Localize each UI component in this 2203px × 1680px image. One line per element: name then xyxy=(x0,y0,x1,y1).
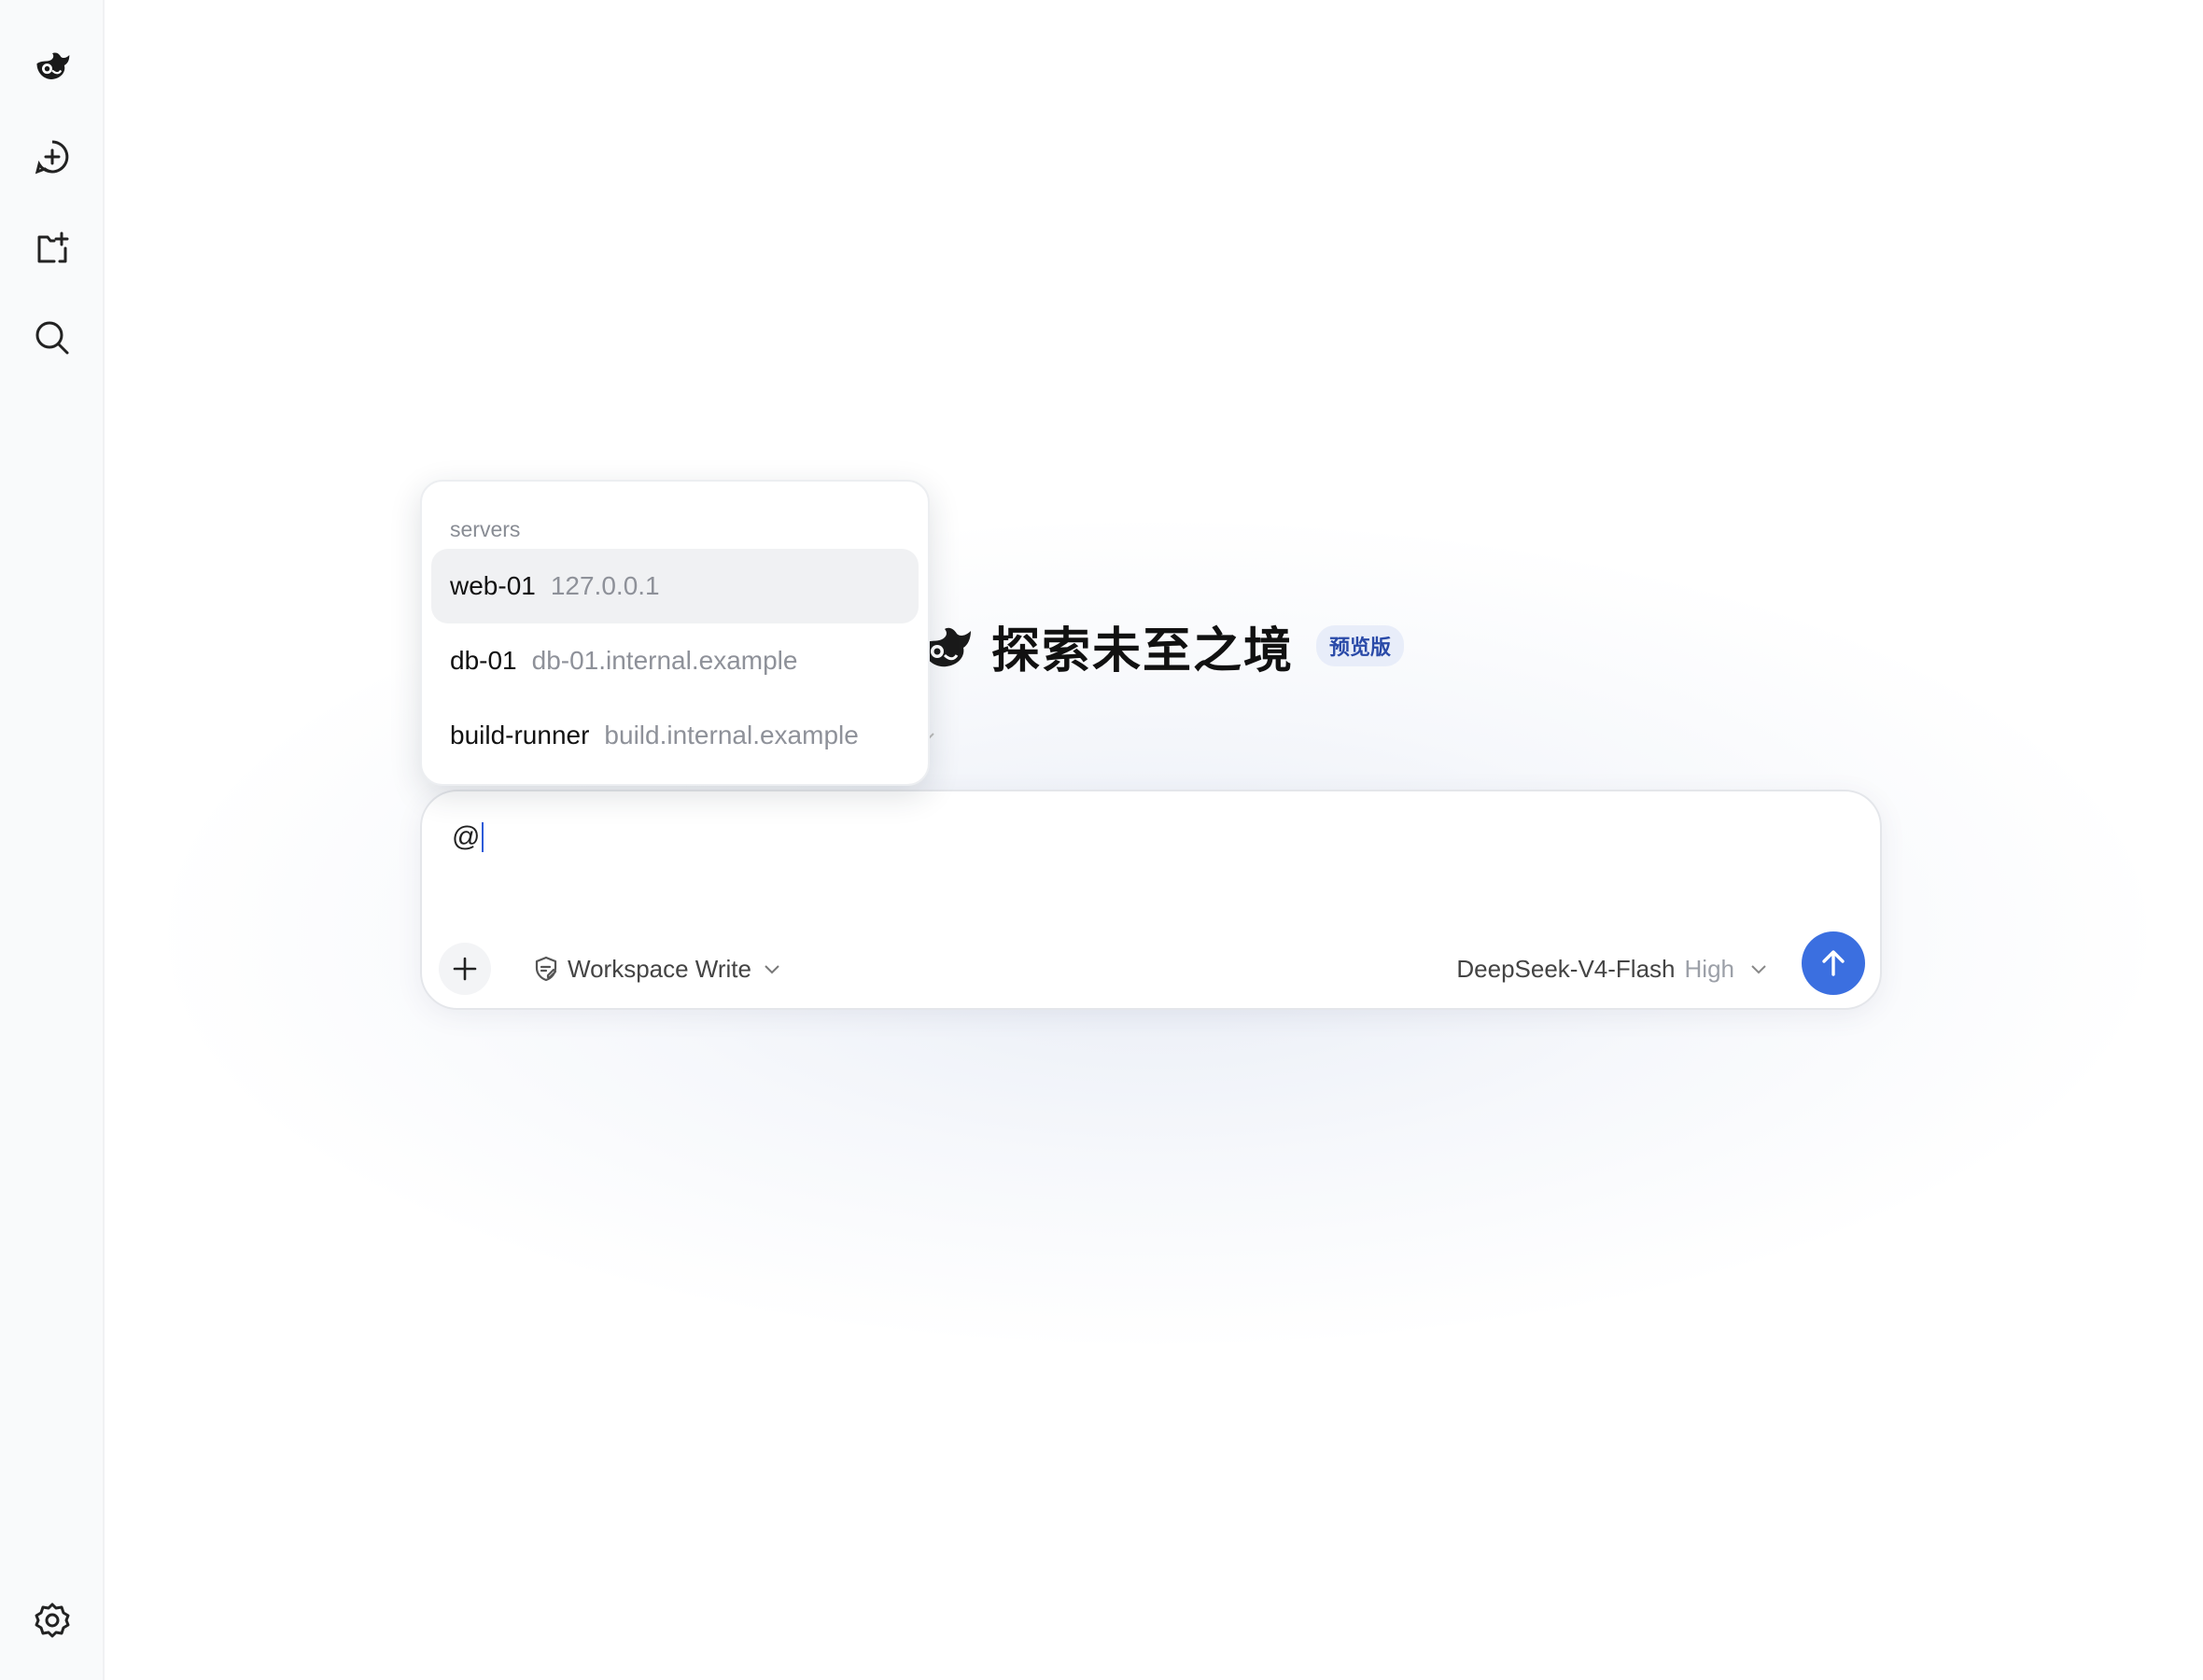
new-project-button[interactable] xyxy=(19,215,86,282)
search-button[interactable] xyxy=(19,304,86,371)
arrow-up-icon xyxy=(1822,950,1845,976)
settings-button[interactable] xyxy=(19,1587,86,1654)
workspace-mode-label: Workspace Write xyxy=(568,954,751,983)
sidebar xyxy=(0,0,105,1680)
new-chat-button[interactable] xyxy=(19,123,86,190)
chat-input-value: @ xyxy=(452,821,481,852)
server-mention-popup: servers web-01 127.0.0.1 db-01 db-01.int… xyxy=(420,480,930,786)
server-host: 127.0.0.1 xyxy=(550,571,660,600)
plus-icon xyxy=(453,957,477,981)
home-logo-button[interactable] xyxy=(19,32,86,99)
server-option-build-runner[interactable]: build-runner build.internal.example xyxy=(431,698,919,773)
page-title: 探索未至之境 xyxy=(991,623,1295,679)
server-option-db-01[interactable]: db-01 db-01.internal.example xyxy=(431,623,919,698)
hero-heading: 探索未至之境 预览版 xyxy=(915,612,1405,679)
popup-section-header: servers xyxy=(450,517,521,541)
search-icon xyxy=(35,321,69,355)
text-caret xyxy=(482,822,484,852)
workspace-mode-dropdown[interactable]: Workspace Write xyxy=(532,948,781,989)
model-name: DeepSeek-V4-Flash xyxy=(1456,954,1676,983)
server-option-web-01[interactable]: web-01 127.0.0.1 xyxy=(431,549,919,623)
chevron-down-icon xyxy=(1751,965,1766,974)
model-level: High xyxy=(1684,954,1734,983)
shield-edit-icon xyxy=(535,956,557,982)
preview-badge: 预览版 xyxy=(1316,625,1405,666)
attach-button[interactable] xyxy=(439,943,491,995)
server-name: db-01 xyxy=(450,646,517,675)
send-button[interactable] xyxy=(1802,931,1865,995)
model-selector[interactable]: DeepSeek-V4-Flash High xyxy=(1456,948,1768,989)
server-host: db-01.internal.example xyxy=(531,646,798,675)
server-host: build.internal.example xyxy=(604,721,859,749)
server-name: build-runner xyxy=(450,721,590,749)
whale-logo-icon xyxy=(36,52,70,79)
server-name: web-01 xyxy=(450,571,536,600)
folder-plus-icon xyxy=(37,231,69,263)
chat-input[interactable]: @ xyxy=(452,821,484,853)
chevron-down-icon xyxy=(765,965,779,974)
plus-circle-icon xyxy=(35,140,69,175)
chat-composer: @ Workspace Write DeepSeek-V4-Flash High xyxy=(420,790,1882,1010)
gear-icon xyxy=(35,1603,70,1638)
